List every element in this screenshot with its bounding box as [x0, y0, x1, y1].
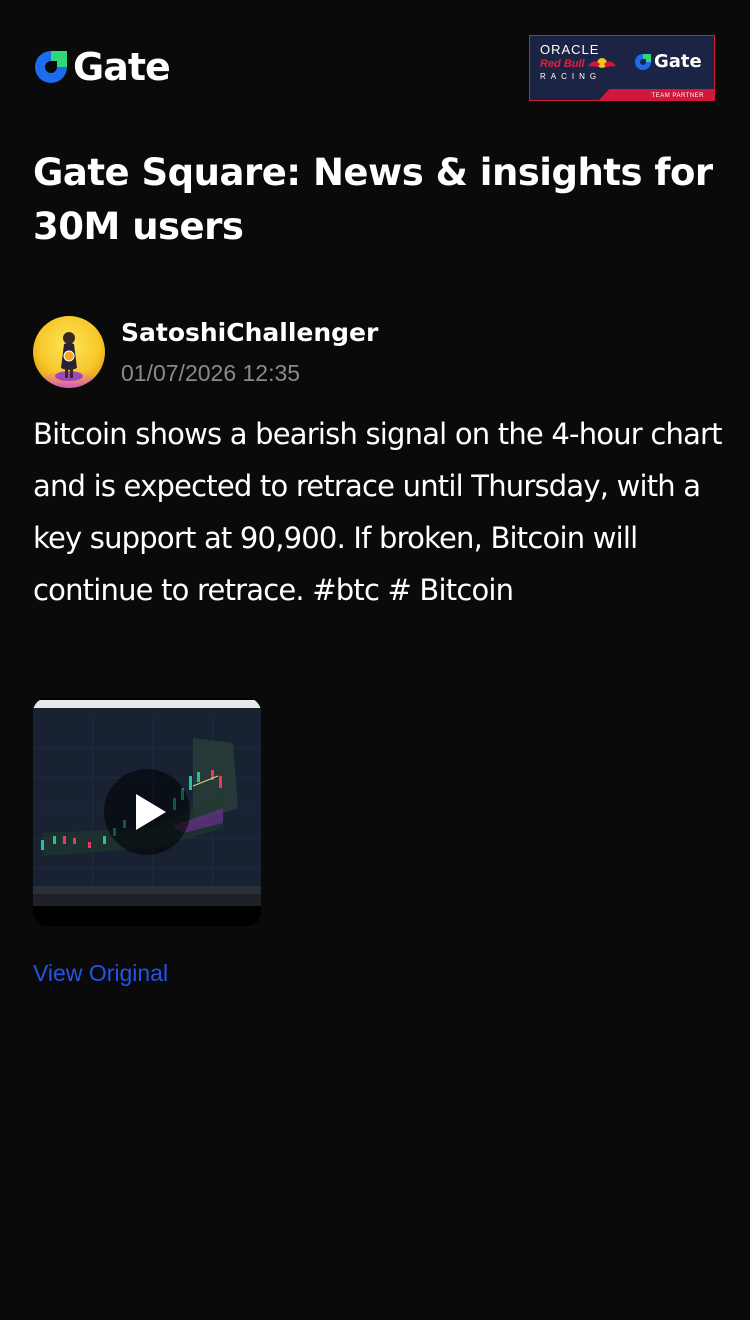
partner-racing-text: RACING: [540, 72, 602, 81]
gate-logo-icon: [35, 51, 67, 83]
brand-name: Gate: [73, 45, 171, 89]
avatar[interactable]: [33, 316, 105, 388]
view-original-link[interactable]: View Original: [33, 960, 168, 987]
partner-oracle-text: ORACLE: [540, 42, 600, 57]
team-partner-label: TEAM PARTNER: [651, 93, 704, 99]
partner-redbull-text: Red Bull: [540, 58, 585, 70]
avatar-image: [33, 316, 105, 388]
partner-gate-text: Gate: [654, 51, 702, 72]
redbull-logo-icon: [588, 58, 616, 68]
partner-gate-logo: Gate: [634, 51, 702, 72]
author-name[interactable]: SatoshiChallenger: [121, 318, 378, 347]
top-header: Gate ORACLE Red Bull RACING Gate TEAM PA…: [0, 0, 750, 130]
page-title: Gate Square: News & insights for 30M use…: [33, 151, 713, 248]
team-partner-badge[interactable]: ORACLE Red Bull RACING Gate TEAM PARTNER: [529, 35, 715, 101]
gate-small-icon: [635, 53, 651, 70]
play-icon[interactable]: [103, 768, 191, 856]
post-timestamp: 01/07/2026 12:35: [121, 360, 301, 386]
post-body: Bitcoin shows a bearish signal on the 4-…: [33, 417, 723, 607]
video-thumbnail[interactable]: [33, 698, 261, 926]
gate-logo[interactable]: Gate: [33, 45, 171, 89]
